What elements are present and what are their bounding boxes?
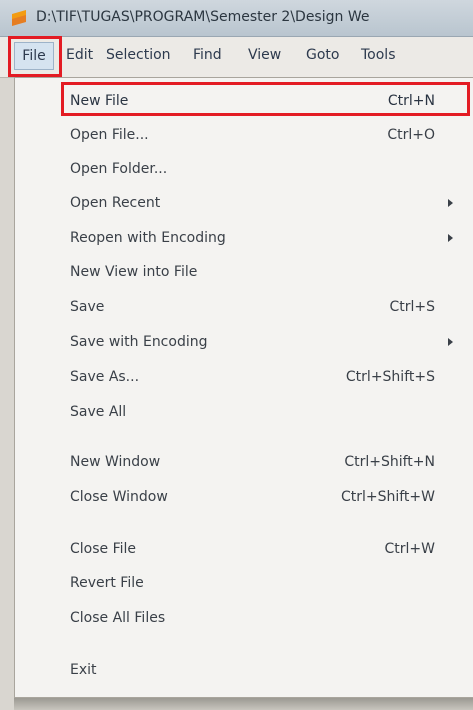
menu-item-shortcut: Ctrl+O [387,127,435,143]
submenu-arrow-icon [448,338,453,346]
title-bar: D:\TIF\TUGAS\PROGRAM\Semester 2\Design W… [0,0,473,37]
menu-item-label: Reopen with Encoding [70,230,226,246]
submenu-arrow-icon [448,234,453,242]
menu-item-new-view-into-file[interactable]: New View into File [65,258,465,286]
menu-item-close-file[interactable]: Close File Ctrl+W [65,535,465,563]
menu-item-label: New File [70,93,129,109]
menu-selection[interactable]: Selection [106,47,171,63]
menu-item-open-file[interactable]: Open File... Ctrl+O [65,121,465,149]
file-dropdown-menu: New File Ctrl+N Open File... Ctrl+O Open… [14,77,473,698]
menu-item-save-with-encoding[interactable]: Save with Encoding [65,328,465,356]
menu-item-shortcut: Ctrl+N [387,93,435,109]
menu-item-revert-file[interactable]: Revert File [65,569,465,597]
menu-item-shortcut: Ctrl+Shift+W [340,489,435,505]
menu-shadow [14,698,473,710]
menu-item-label: Close File [70,541,137,557]
menu-item-label: Open Folder... [70,161,168,177]
menu-item-exit[interactable]: Exit [65,656,465,684]
submenu-arrow-icon [448,199,453,207]
menu-item-new-window[interactable]: New Window Ctrl+Shift+N [65,448,465,476]
window-title: D:\TIF\TUGAS\PROGRAM\Semester 2\Design W… [36,9,370,25]
menu-item-save-as[interactable]: Save As... Ctrl+Shift+S [65,363,465,391]
menu-item-open-recent[interactable]: Open Recent [65,189,465,217]
menu-icon-gutter [15,78,59,697]
menu-item-save[interactable]: Save Ctrl+S [65,293,465,321]
menu-item-label: Open Recent [70,195,161,211]
menu-item-label: Save All [70,404,127,420]
menu-item-shortcut: Ctrl+Shift+N [344,454,435,470]
menu-item-label: Save with Encoding [70,334,208,350]
menu-item-label: New Window [70,454,161,470]
menu-file[interactable]: File [14,42,54,70]
menu-item-reopen-with-encoding[interactable]: Reopen with Encoding [65,224,465,252]
menu-bar: File Edit Selection Find View Goto Tools [0,37,473,78]
menu-item-label: Open File... [70,127,149,143]
menu-item-new-file[interactable]: New File Ctrl+N [65,87,465,115]
menu-item-shortcut: Ctrl+W [384,541,435,557]
menu-item-label: Exit [70,662,97,678]
menu-item-shortcut: Ctrl+Shift+S [345,369,435,385]
menu-tools[interactable]: Tools [361,47,396,63]
menu-goto[interactable]: Goto [306,47,339,63]
menu-edit[interactable]: Edit [66,47,93,63]
app-icon [12,10,26,26]
menu-item-label: New View into File [70,264,198,280]
menu-item-label: Close All Files [70,610,166,626]
menu-find[interactable]: Find [193,47,222,63]
menu-item-label: Revert File [70,575,144,591]
menu-item-close-all-files[interactable]: Close All Files [65,604,465,632]
menu-item-shortcut: Ctrl+S [389,299,435,315]
menu-item-save-all[interactable]: Save All [65,398,465,426]
menu-view[interactable]: View [248,47,281,63]
menu-item-label: Close Window [70,489,168,505]
menu-item-label: Save As... [70,369,140,385]
menu-item-open-folder[interactable]: Open Folder... [65,155,465,183]
menu-item-close-window[interactable]: Close Window Ctrl+Shift+W [65,483,465,511]
menu-item-label: Save [70,299,105,315]
